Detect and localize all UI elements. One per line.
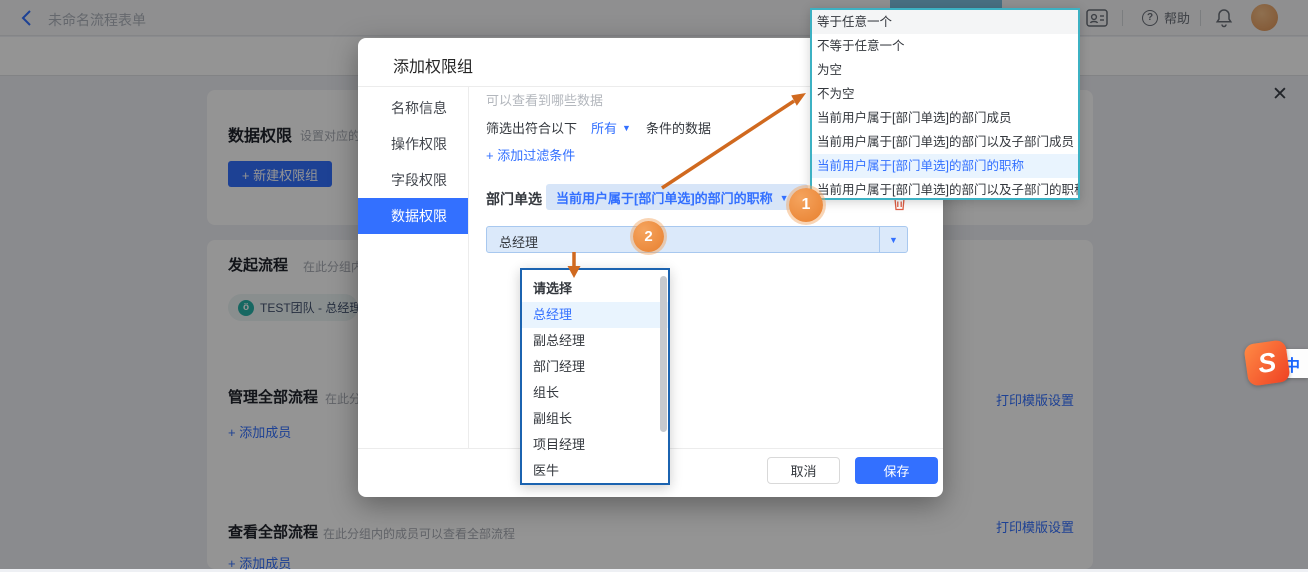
dropdown-scrollbar[interactable] — [660, 276, 667, 432]
sogou-input-icon[interactable]: S — [1243, 339, 1290, 386]
condition-option-selected[interactable]: 当前用户属于[部门单选]的部门的职称 — [812, 154, 1078, 178]
modal-title: 添加权限组 — [393, 53, 473, 77]
condition-option[interactable]: 不为空 — [812, 82, 1078, 106]
data-scope-hint: 可以查看到哪些数据 — [486, 90, 603, 109]
add-filter-condition-link[interactable]: + 添加过滤条件 — [486, 145, 575, 164]
job-option[interactable]: 组长 — [522, 380, 668, 406]
condition-option[interactable]: 不等于任意一个 — [812, 34, 1078, 58]
job-title-select-value: 总经理 — [499, 232, 538, 251]
job-option-selected[interactable]: 总经理 — [522, 302, 668, 328]
chevron-down-icon: ▼ — [780, 193, 789, 203]
condition-type-value: 当前用户属于[部门单选]的部门的职称 — [556, 188, 773, 207]
filter-prefix: 筛选出符合以下 — [486, 118, 577, 137]
filter-sentence: 筛选出符合以下 所有 ▼ 条件的数据 — [486, 118, 711, 137]
tab-operation-perm[interactable]: 操作权限 — [358, 126, 468, 162]
condition-option[interactable]: 为空 — [812, 58, 1078, 82]
condition-option[interactable]: 当前用户属于[部门单选]的部门以及子部门成员 — [812, 130, 1078, 154]
job-option[interactable]: 医牛 — [522, 458, 668, 484]
job-title-dropdown: 请选择 总经理 副总经理 部门经理 组长 副组长 项目经理 医牛 — [520, 268, 670, 485]
filter-mode-select[interactable]: 所有 — [591, 118, 617, 137]
filter-suffix: 条件的数据 — [646, 118, 711, 137]
tab-field-perm[interactable]: 字段权限 — [358, 162, 468, 198]
condition-type-select[interactable]: 当前用户属于[部门单选]的部门的职称 ▼ — [546, 184, 808, 210]
job-title-select[interactable]: 总经理 ▼ — [486, 226, 908, 253]
condition-option[interactable]: 等于任意一个 — [812, 10, 1078, 34]
condition-options-dropdown: 等于任意一个 不等于任意一个 为空 不为空 当前用户属于[部门单选]的部门成员 … — [810, 8, 1080, 200]
chevron-down-icon: ▼ — [879, 227, 907, 252]
job-option-placeholder[interactable]: 请选择 — [522, 276, 668, 302]
divider — [468, 86, 469, 448]
step-2-badge: 2 — [633, 221, 664, 252]
field-label: 部门单选 — [486, 189, 542, 209]
save-button[interactable]: 保存 — [855, 457, 938, 484]
tab-name-info[interactable]: 名称信息 — [358, 90, 468, 126]
tab-data-perm[interactable]: 数据权限 — [358, 198, 468, 234]
cancel-button[interactable]: 取消 — [767, 457, 840, 484]
condition-option[interactable]: 当前用户属于[部门单选]的部门成员 — [812, 106, 1078, 130]
condition-option[interactable]: 当前用户属于[部门单选]的部门以及子部门的职称 — [812, 178, 1078, 200]
step-1-badge: 1 — [789, 188, 823, 222]
job-option[interactable]: 部门经理 — [522, 354, 668, 380]
job-option[interactable]: 项目经理 — [522, 432, 668, 458]
job-option[interactable]: 副总经理 — [522, 328, 668, 354]
chevron-down-icon[interactable]: ▼ — [622, 123, 631, 133]
job-option[interactable]: 副组长 — [522, 406, 668, 432]
